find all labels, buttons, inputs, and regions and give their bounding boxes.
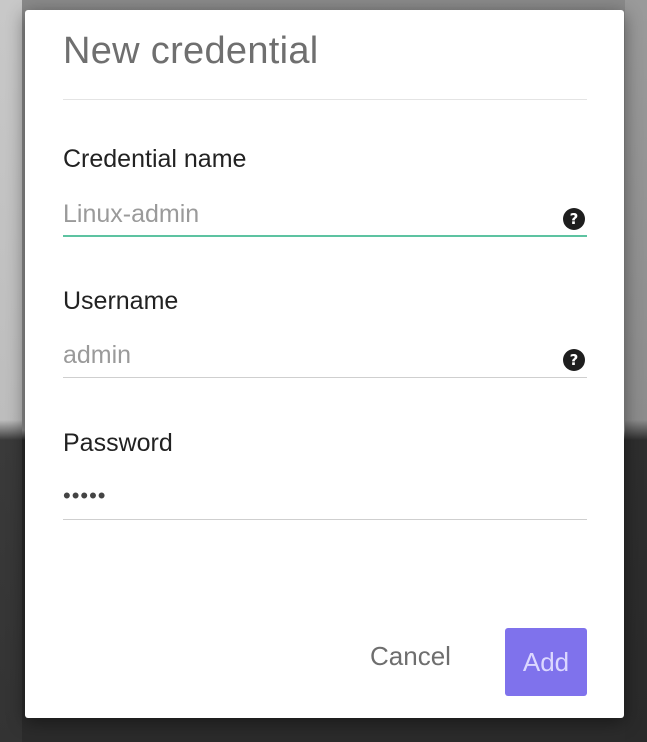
add-button[interactable]: Add — [505, 628, 587, 696]
question-circle-icon[interactable]: ? — [563, 208, 585, 230]
question-circle-icon[interactable]: ? — [563, 349, 585, 371]
backdrop-right-edge — [625, 0, 647, 742]
username-label: Username — [63, 287, 179, 315]
credential-name-label: Credential name — [63, 145, 247, 173]
credential-name-input[interactable] — [63, 193, 587, 237]
dialog-title: New credential — [63, 30, 319, 72]
title-divider — [63, 99, 587, 100]
username-input[interactable] — [63, 334, 587, 378]
password-input[interactable]: ••••• — [63, 476, 587, 520]
new-credential-dialog: New credential Credential name ? Usernam… — [25, 10, 624, 718]
backdrop-left-edge — [0, 0, 22, 742]
password-label: Password — [63, 429, 173, 457]
cancel-button[interactable]: Cancel — [370, 641, 451, 672]
